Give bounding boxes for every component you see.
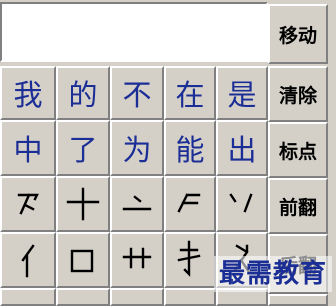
candidate-char: 我 — [13, 78, 43, 112]
stroke-key[interactable] — [0, 176, 56, 232]
candidate-char: 的 — [68, 78, 98, 112]
punctuation-label: 标点 — [278, 140, 317, 163]
stroke-key[interactable] — [110, 176, 164, 232]
candidate-key[interactable]: 在 — [164, 66, 216, 120]
candidate-char: 为 — [122, 133, 152, 167]
stroke-key[interactable] — [56, 232, 110, 288]
prev-page-label: 前翻 — [278, 196, 317, 219]
candidate-key[interactable] — [0, 288, 56, 306]
candidate-key[interactable]: 出 — [216, 120, 268, 176]
stroke-pie-zhe-icon — [17, 193, 39, 215]
punctuation-button[interactable]: 标点 — [268, 122, 328, 178]
clear-button[interactable]: 清除 — [268, 66, 328, 122]
candidate-key[interactable] — [110, 288, 164, 306]
move-button[interactable]: 移动 — [268, 4, 328, 64]
stroke-radical-person-icon — [21, 244, 35, 278]
side-key[interactable] — [268, 294, 328, 306]
candidate-key[interactable]: 能 — [164, 120, 216, 176]
candidate-key[interactable]: 为 — [110, 120, 164, 176]
clear-label: 清除 — [278, 84, 317, 107]
stroke-key[interactable] — [164, 232, 216, 288]
candidate-key[interactable] — [164, 288, 216, 306]
candidate-char: 能 — [175, 133, 205, 167]
watermark-text: 最需教育 — [214, 256, 332, 292]
stroke-dian-heng-icon — [122, 195, 152, 211]
candidate-key[interactable]: 了 — [56, 120, 110, 176]
stroke-radical-grass-icon — [122, 247, 152, 269]
candidate-key[interactable]: 是 — [216, 66, 268, 120]
stroke-key[interactable] — [164, 176, 216, 232]
stroke-pie-heng-icon — [177, 193, 201, 213]
candidate-char: 在 — [175, 78, 205, 112]
prev-page-button[interactable]: 前翻 — [268, 178, 328, 234]
stroke-key[interactable] — [56, 176, 110, 232]
candidate-key[interactable]: 的 — [56, 66, 110, 120]
stroke-radical-hand-icon — [177, 240, 201, 277]
candidate-char: 是 — [227, 78, 257, 112]
stroke-heng-shu-icon — [66, 187, 100, 221]
candidate-char: 出 — [227, 133, 257, 167]
candidate-key[interactable] — [56, 288, 110, 306]
candidate-key[interactable]: 不 — [110, 66, 164, 120]
candidate-key[interactable]: 我 — [0, 66, 56, 120]
candidate-char: 中 — [13, 133, 43, 167]
candidate-char: 了 — [68, 133, 98, 167]
stroke-key[interactable] — [0, 232, 56, 288]
stroke-key[interactable] — [110, 232, 164, 288]
stroke-dian-pie-icon — [229, 193, 253, 213]
candidate-key[interactable]: 中 — [0, 120, 56, 176]
move-label: 移动 — [278, 24, 317, 47]
input-field[interactable] — [0, 2, 268, 62]
stroke-radical-mouth-icon — [70, 249, 94, 273]
stroke-key[interactable] — [216, 176, 268, 232]
candidate-char: 不 — [122, 78, 152, 112]
